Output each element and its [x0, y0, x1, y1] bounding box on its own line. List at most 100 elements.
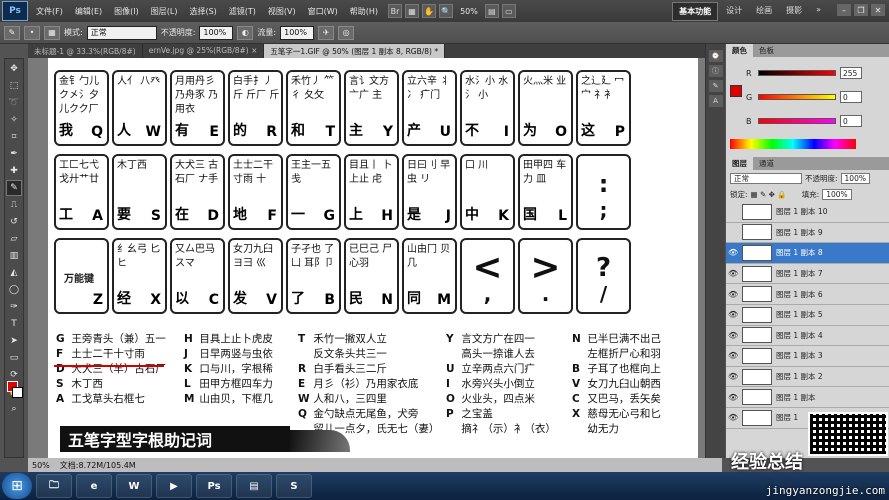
layer-row[interactable]: 👁 图层 1 副本 — [726, 387, 889, 408]
blend-mode-select[interactable]: 正常 — [730, 172, 802, 184]
media-player-icon[interactable]: ▶ — [156, 474, 192, 498]
layer-row[interactable]: 👁 图层 1 副本 8 — [726, 243, 889, 264]
brush-tool-icon[interactable]: ✎ — [4, 25, 20, 40]
visibility-eye-icon[interactable]: 👁 — [728, 413, 738, 422]
tab-layers[interactable]: 图层 — [726, 157, 753, 170]
fill-field[interactable]: 100% — [822, 188, 852, 200]
properties-panel-icon[interactable]: ⓘ — [708, 65, 723, 77]
marquee-tool-icon[interactable]: ⬚ — [6, 78, 22, 94]
dodge-tool-icon[interactable]: ◯ — [6, 282, 22, 298]
layer-row[interactable]: 👁 图层 1 副本 5 — [726, 304, 889, 326]
zoom-tool-icon[interactable]: ⌕ — [6, 401, 22, 417]
blue-value-field[interactable]: 0 — [840, 115, 862, 127]
blue-slider[interactable] — [758, 118, 836, 124]
canvas-area[interactable]: 金钅勹儿 ク㐅氵夕 儿クク厂我 Q 人亻 八癶人 W 月用丹彡 乃舟豕 乃用衣有 E … — [28, 58, 722, 458]
move-tool-icon[interactable]: ✥ — [6, 61, 22, 77]
tab-swatches[interactable]: 色板 — [753, 44, 780, 57]
menu-view[interactable]: 视图(V) — [262, 6, 302, 17]
pen-tool-icon[interactable]: ✑ — [6, 299, 22, 315]
folder-icon[interactable]: ▤ — [236, 474, 272, 498]
doc-tab-untitled[interactable]: 未标题-1 @ 33.3%(RGB/8#) — [28, 44, 143, 58]
path-select-tool-icon[interactable]: ➤ — [6, 333, 22, 349]
brush-panel-icon[interactable]: ✎ — [708, 80, 723, 92]
quick-select-tool-icon[interactable]: ✧ — [6, 112, 22, 128]
red-value-field[interactable]: 255 — [840, 67, 862, 79]
layer-row[interactable]: 👁 图层 1 副本 3 — [726, 346, 889, 367]
start-button[interactable]: ⊞ — [2, 473, 32, 499]
brush-panel-icon[interactable]: ▦ — [44, 25, 60, 40]
flow-field[interactable]: 100% — [280, 25, 315, 40]
layer-row[interactable]: 👁 图层 1 副本 7 — [726, 263, 889, 285]
menu-filter[interactable]: 滤镜(T) — [223, 6, 262, 17]
photoshop-taskbar-icon[interactable]: Ps — [196, 474, 232, 498]
eraser-tool-icon[interactable]: ▱ — [6, 231, 22, 247]
sogou-icon[interactable]: S — [276, 474, 312, 498]
healing-tool-icon[interactable]: ✚ — [6, 163, 22, 179]
layer-opacity-field[interactable]: 100% — [840, 172, 870, 184]
menu-layer[interactable]: 图层(L) — [145, 6, 184, 17]
menu-window[interactable]: 窗口(W) — [302, 6, 344, 17]
layer-row[interactable]: 图层 1 副本 10 — [726, 202, 889, 223]
type-tool-icon[interactable]: T — [6, 316, 22, 332]
visibility-eye-icon[interactable]: 👁 — [728, 331, 738, 340]
color-panel-foreground-swatch[interactable] — [730, 85, 742, 97]
clone-stamp-tool-icon[interactable]: ⎍ — [6, 197, 22, 213]
tab-color[interactable]: 颜色 — [726, 44, 753, 57]
character-panel-icon[interactable]: A — [708, 95, 723, 107]
word-icon[interactable]: W — [116, 474, 152, 498]
menu-help[interactable]: 帮助(H) — [344, 6, 384, 17]
crop-tool-icon[interactable]: ⌗ — [6, 129, 22, 145]
visibility-eye-icon[interactable]: 👁 — [728, 351, 738, 360]
pressure-opacity-icon[interactable]: ◐ — [237, 25, 254, 40]
hand-icon[interactable]: ✋ — [422, 4, 437, 18]
explorer-icon[interactable]: 🗀 — [36, 474, 72, 498]
more-workspaces-icon[interactable]: » — [810, 2, 827, 21]
workspace-photography[interactable]: 摄影 — [780, 2, 808, 21]
brush-preset-icon[interactable]: • — [24, 25, 40, 40]
visibility-eye-icon[interactable]: 👁 — [728, 248, 738, 257]
visibility-eye-icon[interactable]: 👁 — [728, 372, 738, 381]
background-color-swatch[interactable] — [12, 387, 23, 398]
workspace-essentials[interactable]: 基本功能 — [672, 2, 719, 21]
restore-icon[interactable]: ❐ — [854, 4, 868, 16]
red-slider[interactable] — [758, 70, 836, 76]
opacity-field[interactable]: 100% — [199, 25, 234, 40]
visibility-eye-icon[interactable]: 👁 — [728, 269, 738, 278]
workspace-painting[interactable]: 绘画 — [750, 2, 778, 21]
gradient-tool-icon[interactable]: ▥ — [6, 248, 22, 264]
menu-edit[interactable]: 编辑(E) — [69, 6, 108, 17]
lasso-tool-icon[interactable]: ➰ — [6, 95, 22, 111]
ie-icon[interactable]: e — [76, 474, 112, 498]
status-zoom[interactable]: 50% — [32, 461, 50, 470]
airbrush-icon[interactable]: ✈ — [318, 25, 335, 40]
layer-row[interactable]: 图层 1 副本 9 — [726, 222, 889, 244]
zoom-icon[interactable]: 🔍 — [439, 4, 454, 18]
grid-icon[interactable]: ▦ — [405, 4, 420, 18]
shape-tool-icon[interactable]: ▭ — [6, 350, 22, 366]
menu-file[interactable]: 文件(F) — [30, 6, 69, 17]
menu-image[interactable]: 图像(I) — [108, 6, 145, 17]
minimize-icon[interactable]: – — [837, 4, 851, 16]
doc-tab-ernve[interactable]: ernVe.jpg @ 25%(RGB/8#) × — [143, 44, 265, 58]
eyedropper-tool-icon[interactable]: ✒ — [6, 146, 22, 162]
green-value-field[interactable]: 0 — [840, 91, 862, 103]
lock-icons[interactable]: ▦ ✎ ✥ 🔒 — [751, 190, 787, 199]
color-spectrum[interactable] — [730, 139, 856, 149]
visibility-eye-icon[interactable]: 👁 — [728, 310, 738, 319]
layer-row[interactable]: 👁 图层 1 副本 6 — [726, 284, 889, 305]
doc-tab-wubi[interactable]: 五笔字一1.GIF @ 50% (图层 1 副本 8, RGB/8) * — [264, 44, 446, 58]
history-brush-tool-icon[interactable]: ↺ — [6, 214, 22, 230]
workspace-design[interactable]: 设计 — [720, 2, 748, 21]
zoom-level[interactable]: 50% — [456, 7, 482, 16]
visibility-eye-icon[interactable]: 👁 — [728, 393, 738, 402]
layer-row[interactable]: 👁 图层 1 副本 2 — [726, 366, 889, 388]
close-icon[interactable]: ✕ — [871, 4, 885, 16]
brush-tool-icon[interactable]: ✎ — [6, 180, 22, 196]
bridge-icon[interactable]: Br — [388, 4, 403, 18]
arrange-icon[interactable]: ▤ — [484, 4, 499, 18]
mode-select[interactable]: 正常 — [86, 25, 157, 40]
visibility-eye-icon[interactable]: 👁 — [728, 290, 738, 299]
green-slider[interactable] — [758, 94, 836, 100]
layer-row[interactable]: 👁 图层 1 副本 4 — [726, 325, 889, 347]
menu-select[interactable]: 选择(S) — [183, 6, 222, 17]
